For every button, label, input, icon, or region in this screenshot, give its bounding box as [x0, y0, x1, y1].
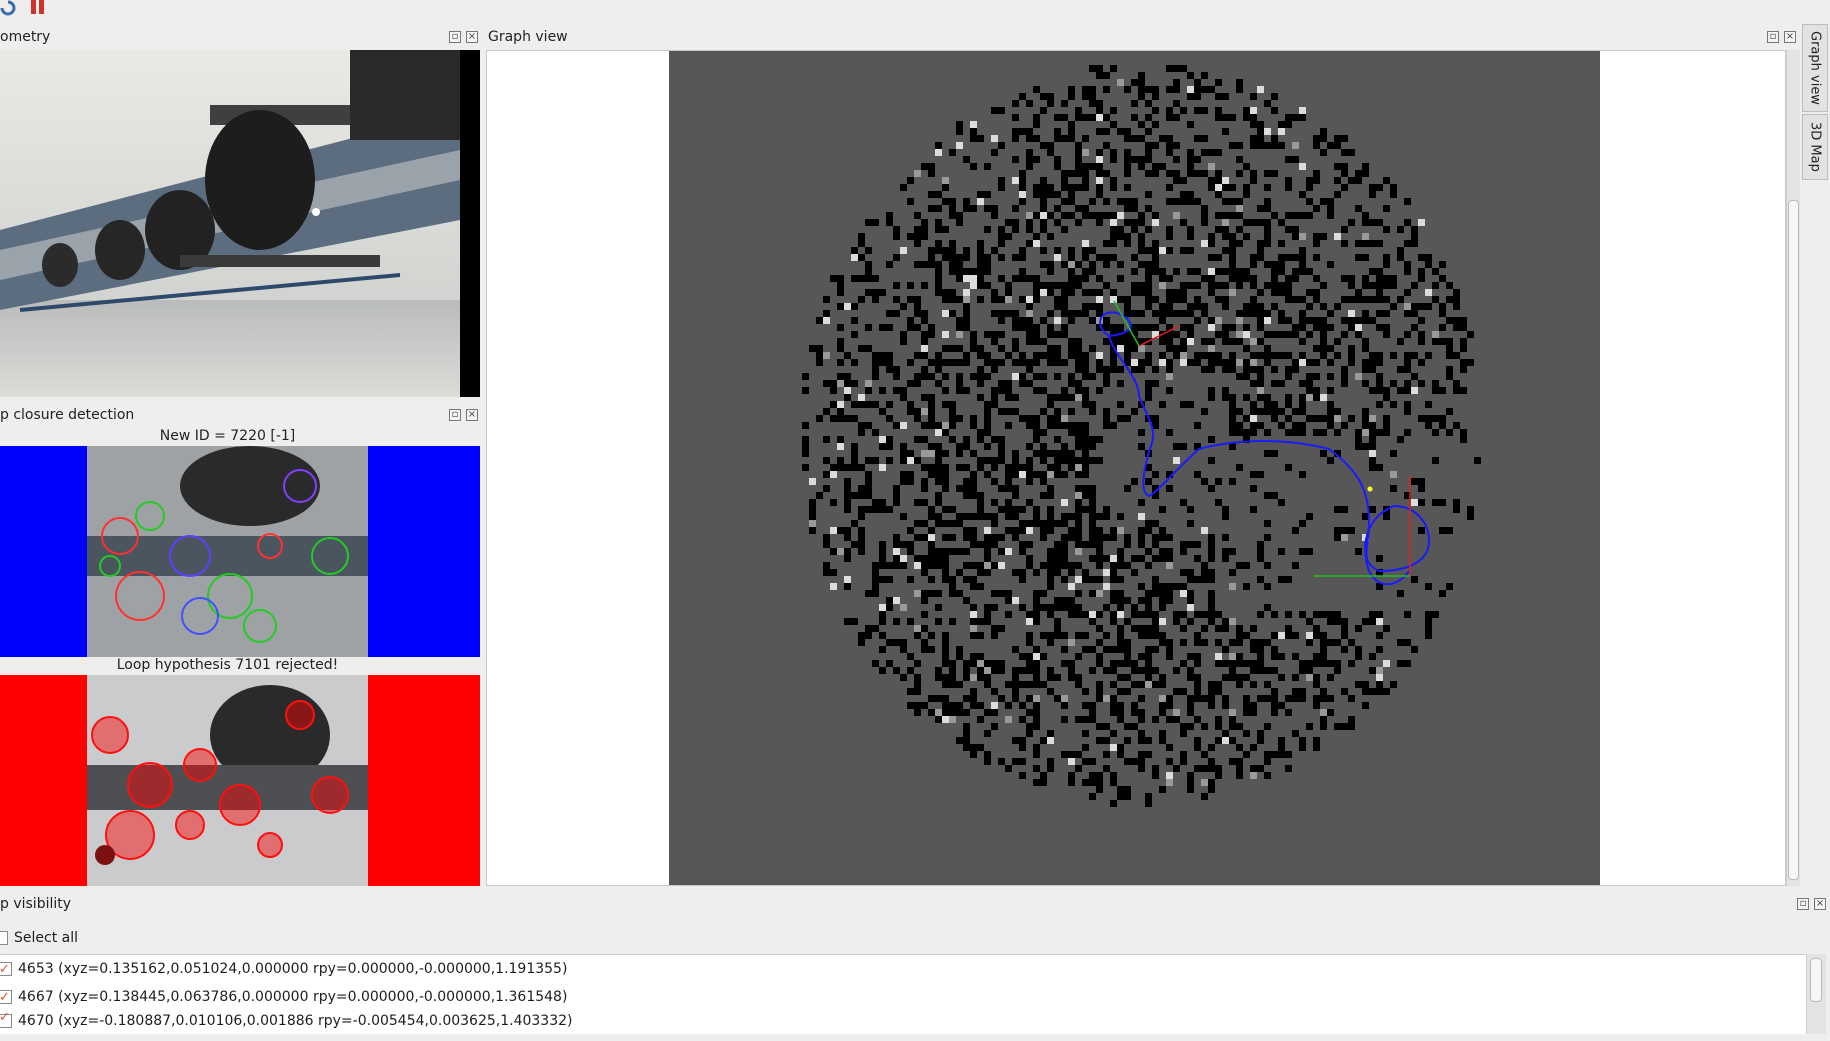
toolbar — [0, 0, 1830, 22]
visibility-list: 4653 (xyz=0.135162,0.051024,0.000000 rpy… — [0, 954, 1806, 1034]
item-checkbox[interactable] — [0, 984, 12, 1012]
new-id-caption: New ID = 7220 [-1] — [159, 428, 296, 444]
item-checkbox[interactable] — [0, 956, 12, 984]
scrollbar-thumb[interactable] — [1788, 200, 1799, 880]
scrollbar-thumb[interactable] — [1810, 958, 1822, 1002]
close-icon[interactable]: × — [1784, 31, 1796, 43]
odometry-camera-image — [0, 50, 480, 397]
list-item[interactable]: 4653 (xyz=0.135162,0.051024,0.000000 rpy… — [0, 955, 1806, 984]
occupancy-map — [669, 51, 1600, 885]
graph-scrollbar[interactable] — [1786, 50, 1800, 886]
select-all-label: Select all — [14, 930, 78, 946]
float-button[interactable]: ▫ — [449, 31, 461, 43]
graph-view-canvas[interactable] — [486, 50, 1786, 886]
list-item-label: 4653 (xyz=0.135162,0.051024,0.000000 rpy… — [18, 961, 568, 977]
list-item-label: 4670 (xyz=-0.180887,0.010106,0.001886 rp… — [18, 1013, 573, 1029]
tab-3d-map[interactable]: 3D Map — [1802, 114, 1828, 180]
odometry-panel-title: ometry — [0, 29, 51, 45]
loop-panel-title: p closure detection — [0, 407, 135, 423]
loop-old-image — [0, 675, 480, 886]
list-item[interactable]: 4670 (xyz=-0.180887,0.010106,0.001886 rp… — [0, 1011, 1806, 1031]
float-button[interactable]: ▫ — [1767, 31, 1779, 43]
list-item[interactable]: 4667 (xyz=0.138445,0.063786,0.000000 rpy… — [0, 983, 1806, 1012]
close-icon[interactable]: × — [466, 409, 478, 421]
select-all-box[interactable] — [0, 931, 8, 945]
graph-view-title: Graph view — [488, 29, 568, 45]
tab-graph-view[interactable]: Graph view — [1802, 24, 1828, 112]
refresh-icon[interactable] — [0, 0, 16, 16]
loop-hypothesis-caption: Loop hypothesis 7101 rejected! — [116, 657, 339, 673]
visibility-scrollbar[interactable] — [1806, 954, 1826, 1034]
visibility-panel-title: p visibility — [0, 896, 72, 912]
pause-icon[interactable] — [30, 0, 46, 16]
select-all-checkbox[interactable]: Select all — [0, 924, 78, 952]
close-icon[interactable]: × — [466, 31, 478, 43]
float-button[interactable]: ▫ — [449, 409, 461, 421]
item-checkbox[interactable] — [0, 1011, 12, 1028]
loop-marker — [1367, 486, 1373, 492]
list-item-label: 4667 (xyz=0.138445,0.063786,0.000000 rpy… — [18, 989, 568, 1005]
loop-new-image — [0, 446, 480, 657]
float-button[interactable]: ▫ — [1797, 898, 1809, 910]
close-icon[interactable]: × — [1814, 898, 1826, 910]
